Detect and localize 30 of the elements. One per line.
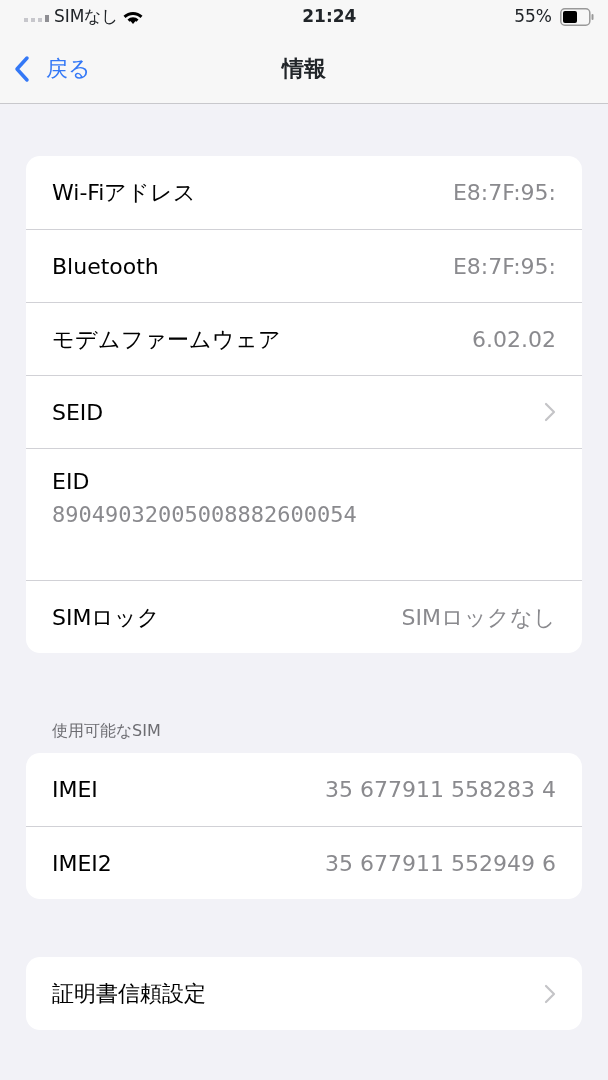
settings-row[interactable]: 証明書信頼設定 [26, 957, 582, 1030]
battery-icon [560, 8, 594, 26]
row-value: 35 677911 552949 6 [325, 849, 556, 878]
row-value: 6.02.02 [472, 325, 556, 354]
row-label: IMEI2 [52, 849, 112, 878]
row-label: Bluetooth [52, 252, 159, 281]
row-value: 89049032005008882600054 [52, 501, 357, 529]
row-label: EID [52, 468, 90, 496]
page-title: 情報 [282, 55, 326, 83]
row-value: E8:7F:95: [452, 252, 556, 281]
carrier-name: SIMなし [54, 5, 119, 29]
row-value: 35 677911 558283 4 [325, 776, 556, 804]
chevron-icon [544, 983, 556, 1004]
row-label: Wi-Fiアドレス [52, 179, 197, 207]
chevron-icon [544, 402, 556, 422]
signal-icon [24, 12, 50, 22]
settings-row[interactable]: SEID [26, 375, 582, 448]
row-label: SIMロック [52, 603, 161, 632]
row-label: IMEI [52, 776, 98, 804]
row-label: SEID [52, 398, 104, 427]
row-label: 証明書信頼設定 [52, 980, 206, 1008]
section-header: 使用可能なSIM [51, 720, 162, 742]
wifi-icon [122, 9, 145, 25]
back-icon [14, 54, 30, 83]
back-button[interactable]: 戻る [0, 52, 91, 85]
row-label: モデムファームウェア [52, 325, 281, 354]
row-value: E8:7F:95: [452, 179, 556, 207]
battery-percent: 55% [514, 5, 552, 29]
row-value: SIMロックなし [401, 603, 556, 632]
status-time: 21:24 [302, 5, 357, 29]
